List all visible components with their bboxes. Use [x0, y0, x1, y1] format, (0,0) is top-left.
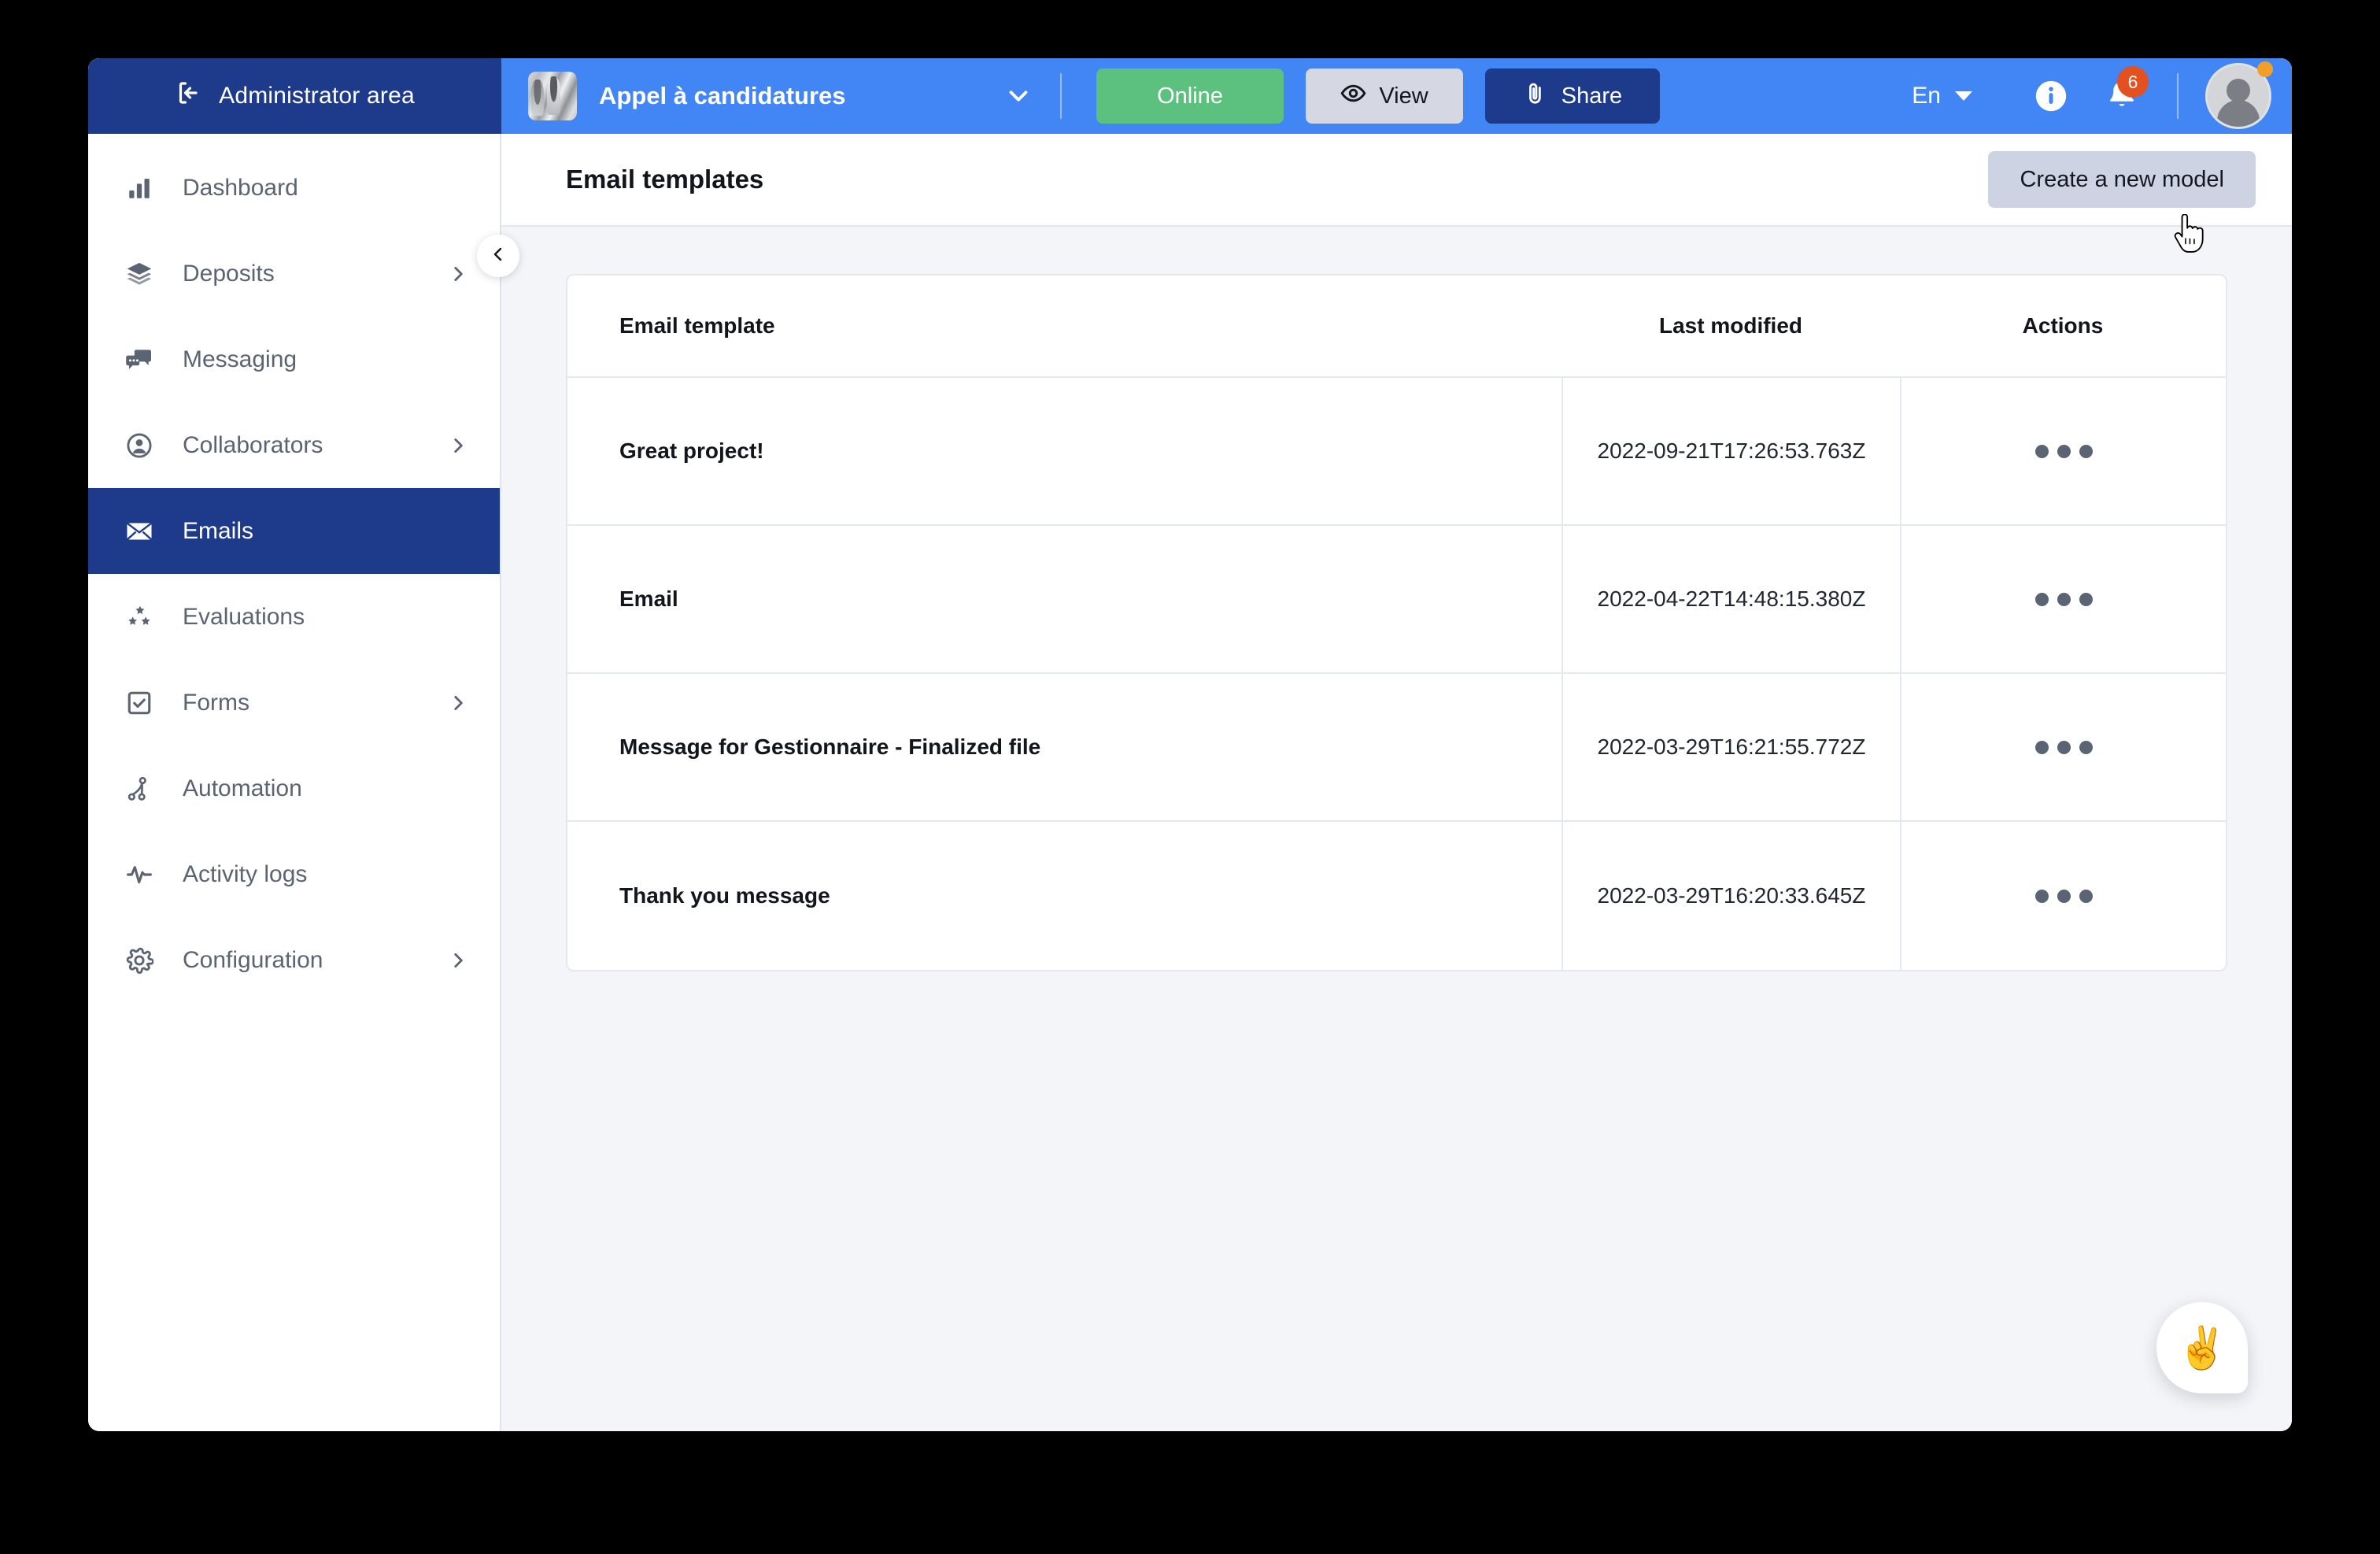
administrator-area-button[interactable]: Administrator area: [88, 58, 501, 134]
main-content: Email templates Create a new model Email…: [501, 134, 2292, 1431]
bar-chart-icon: [121, 175, 157, 202]
top-bar-actions: Online View Share: [1062, 68, 1660, 124]
victory-hand-icon: ✌️: [2176, 1325, 2228, 1371]
online-status-button[interactable]: Online: [1096, 68, 1284, 124]
eye-icon: [1340, 80, 1366, 113]
sidebar-item-deposits[interactable]: Deposits: [88, 231, 500, 316]
more-options-icon[interactable]: [2034, 889, 2093, 903]
top-bar-right: En 6: [1894, 61, 2273, 129]
sidebar-item-label: Messaging: [183, 346, 298, 372]
stars-icon: [121, 603, 157, 631]
sidebar-item-label: Dashboard: [183, 174, 298, 201]
row-actions: [1900, 674, 2226, 820]
page-title: Email templates: [566, 165, 764, 194]
info-icon[interactable]: [2023, 68, 2079, 124]
notifications-button[interactable]: 6: [2094, 66, 2150, 124]
chevron-right-icon: [448, 435, 468, 456]
sidebar-item-label: Evaluations: [183, 603, 305, 630]
share-button[interactable]: Share: [1485, 68, 1660, 124]
project-selector[interactable]: Appel à candidatures: [501, 58, 1060, 134]
language-selector[interactable]: En: [1894, 83, 1990, 109]
sidebar-item-label: Emails: [183, 517, 254, 544]
table-row[interactable]: Email 2022-04-22T14:48:15.380Z: [567, 526, 2226, 674]
more-options-icon[interactable]: [2034, 740, 2093, 754]
top-bar: Administrator area Appel à candidatures …: [88, 58, 2292, 134]
sidebar-item-dashboard[interactable]: Dashboard: [88, 145, 500, 231]
template-last-modified: 2022-09-21T17:26:53.763Z: [1561, 378, 1900, 524]
checkbox-icon: [121, 690, 157, 716]
row-actions: [1900, 526, 2226, 672]
notification-badge: 6: [2117, 66, 2149, 98]
sidebar-item-label: Automation: [183, 775, 302, 801]
sidebar-collapse-button[interactable]: [477, 235, 519, 277]
avatar[interactable]: [2205, 61, 2273, 129]
create-new-model-button[interactable]: Create a new model: [1988, 151, 2256, 208]
table-row[interactable]: Message for Gestionnaire - Finalized fil…: [567, 674, 2226, 822]
column-header-actions: Actions: [2022, 313, 2104, 338]
chevron-right-icon: [448, 693, 468, 713]
body-area: Dashboard Deposits Messaging Collaborato…: [88, 134, 2292, 1431]
sidebar-item-evaluations[interactable]: Evaluations: [88, 574, 500, 660]
project-thumbnail: [528, 72, 577, 120]
sidebar-item-label: Deposits: [183, 260, 275, 287]
chevron-right-icon: [448, 264, 468, 284]
chat-icon: [121, 346, 157, 374]
template-name: Email: [619, 586, 678, 611]
table-body: Great project! 2022-09-21T17:26:53.763Z …: [567, 378, 2226, 970]
chevron-down-icon: [1955, 91, 1972, 101]
project-name: Appel à candidatures: [599, 82, 846, 109]
pulse-icon: [121, 860, 157, 889]
row-actions: [1900, 822, 2226, 970]
template-last-modified: 2022-03-29T16:21:55.772Z: [1561, 674, 1900, 820]
table-row[interactable]: Thank you message 2022-03-29T16:20:33.64…: [567, 822, 2226, 970]
template-name: Thank you message: [619, 883, 830, 908]
top-bar-main: Appel à candidatures Online View Share E…: [501, 58, 2292, 134]
administrator-area-label: Administrator area: [219, 83, 415, 109]
layers-icon: [121, 260, 157, 288]
chevron-left-icon: [489, 245, 508, 268]
chat-widget-button[interactable]: ✌️: [2156, 1302, 2248, 1393]
sidebar-item-forms[interactable]: Forms: [88, 660, 500, 746]
share-label: Share: [1561, 83, 1623, 109]
table-header-row: Email template Last modified Actions: [567, 276, 2226, 378]
content-area: Email template Last modified Actions Gre…: [501, 227, 2292, 1431]
sidebar: Dashboard Deposits Messaging Collaborato…: [88, 134, 501, 1431]
template-name: Great project!: [619, 438, 764, 463]
sidebar-item-emails[interactable]: Emails: [88, 488, 500, 574]
paperclip-icon: [1523, 80, 1549, 113]
gear-icon: [121, 946, 157, 975]
column-header-last-modified: Last modified: [1658, 313, 1802, 338]
sidebar-item-activity-logs[interactable]: Activity logs: [88, 831, 500, 917]
sidebar-item-collaborators[interactable]: Collaborators: [88, 402, 500, 488]
template-last-modified: 2022-04-22T14:48:15.380Z: [1561, 526, 1900, 672]
table-row[interactable]: Great project! 2022-09-21T17:26:53.763Z: [567, 378, 2226, 526]
template-last-modified: 2022-03-29T16:20:33.645Z: [1561, 822, 1900, 970]
chevron-right-icon: [448, 950, 468, 971]
sidebar-item-automation[interactable]: Automation: [88, 746, 500, 831]
sidebar-item-configuration[interactable]: Configuration: [88, 917, 500, 1003]
divider: [2177, 73, 2179, 119]
login-arrow-icon: [175, 79, 203, 113]
sidebar-item-label: Forms: [183, 689, 249, 716]
workflow-icon: [121, 775, 157, 802]
sidebar-item-label: Activity logs: [183, 860, 308, 887]
sidebar-item-label: Configuration: [183, 946, 323, 973]
more-options-icon[interactable]: [2034, 592, 2093, 606]
status-dot: [2257, 61, 2273, 77]
sidebar-item-label: Collaborators: [183, 431, 323, 458]
chevron-down-icon[interactable]: [1003, 81, 1033, 111]
column-header-email-template: Email template: [619, 313, 775, 338]
view-button[interactable]: View: [1306, 68, 1463, 124]
app-window: Administrator area Appel à candidatures …: [88, 58, 2292, 1431]
user-circle-icon: [121, 431, 157, 460]
row-actions: [1900, 378, 2226, 524]
view-label: View: [1379, 83, 1428, 109]
language-label: En: [1912, 83, 1941, 109]
more-options-icon[interactable]: [2034, 444, 2093, 458]
page-header: Email templates Create a new model: [501, 134, 2292, 227]
email-templates-table: Email template Last modified Actions Gre…: [566, 274, 2227, 971]
sidebar-item-messaging[interactable]: Messaging: [88, 316, 500, 402]
envelope-icon: [121, 516, 157, 546]
template-name: Message for Gestionnaire - Finalized fil…: [619, 734, 1041, 759]
